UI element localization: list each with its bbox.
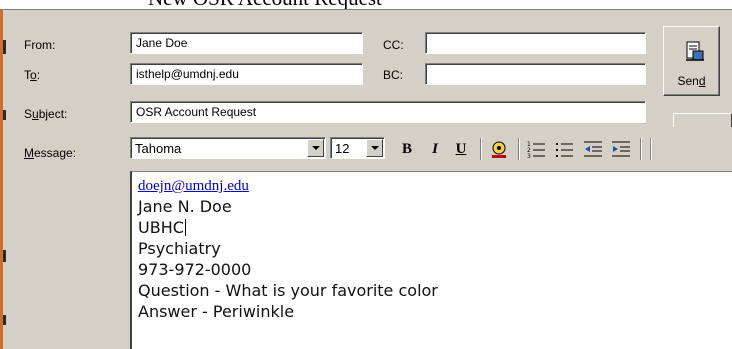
edge-marker xyxy=(3,250,6,262)
toolbar-separator xyxy=(480,138,482,160)
cc-field[interactable] xyxy=(425,32,646,54)
font-name-select[interactable]: Tahoma xyxy=(130,137,326,159)
message-line: UBHC xyxy=(138,218,186,237)
chevron-down-icon[interactable] xyxy=(366,139,383,157)
font-size-value: 12 xyxy=(335,141,350,156)
underline-icon[interactable]: U xyxy=(450,138,472,160)
toolbar-separator xyxy=(650,138,652,160)
message-line: 973-972-0000 xyxy=(138,260,252,279)
formatting-toolbar: Tahoma 12 B I U 1 2 3 xyxy=(130,133,732,165)
message-line: Psychiatry xyxy=(138,239,221,258)
to-field[interactable]: isthelp@umdnj.edu xyxy=(130,63,363,85)
message-body[interactable]: doejn@umdnj.edu Jane N. Doe UBHC Psychia… xyxy=(130,171,732,349)
text-cursor xyxy=(184,219,186,236)
edge-marker xyxy=(3,110,6,120)
bold-icon[interactable]: B xyxy=(396,138,418,160)
bc-field[interactable] xyxy=(425,63,646,85)
email-link[interactable]: doejn@umdnj.edu xyxy=(138,176,732,196)
from-label: From: xyxy=(24,38,56,52)
from-field[interactable]: Jane Doe xyxy=(130,32,363,54)
send-mail-icon xyxy=(686,41,704,61)
document-heading: New OSR Account Request xyxy=(148,0,708,9)
svg-text:3: 3 xyxy=(527,153,531,160)
bc-label: BC: xyxy=(383,68,404,82)
message-line: Answer - Periwinkle xyxy=(138,302,295,321)
cc-label: CC: xyxy=(383,38,404,52)
numbered-list-icon[interactable]: 1 2 3 xyxy=(526,138,548,160)
chevron-down-icon[interactable] xyxy=(307,139,324,157)
send-button-label: Send xyxy=(677,74,706,88)
decrease-indent-icon[interactable] xyxy=(582,138,604,160)
subject-field[interactable]: OSR Account Request xyxy=(130,101,646,123)
secondary-button[interactable] xyxy=(673,113,732,127)
send-button[interactable]: Send xyxy=(663,26,720,96)
italic-icon[interactable]: I xyxy=(424,138,446,160)
subject-label: Subject: xyxy=(24,107,68,121)
bulleted-list-icon[interactable] xyxy=(554,138,576,160)
edge-marker xyxy=(3,40,6,54)
font-size-select[interactable]: 12 xyxy=(330,137,385,159)
font-name-value: Tahoma xyxy=(135,141,182,156)
message-label: Message: xyxy=(24,146,77,160)
to-label: To: xyxy=(24,68,41,82)
increase-indent-icon[interactable] xyxy=(610,138,632,160)
font-color-icon[interactable] xyxy=(488,138,510,160)
toolbar-separator xyxy=(640,138,642,160)
edge-marker xyxy=(3,315,6,325)
message-line: Jane N. Doe xyxy=(138,197,232,216)
message-line: Question - What is your favorite color xyxy=(138,281,438,300)
toolbar-separator xyxy=(518,138,520,160)
